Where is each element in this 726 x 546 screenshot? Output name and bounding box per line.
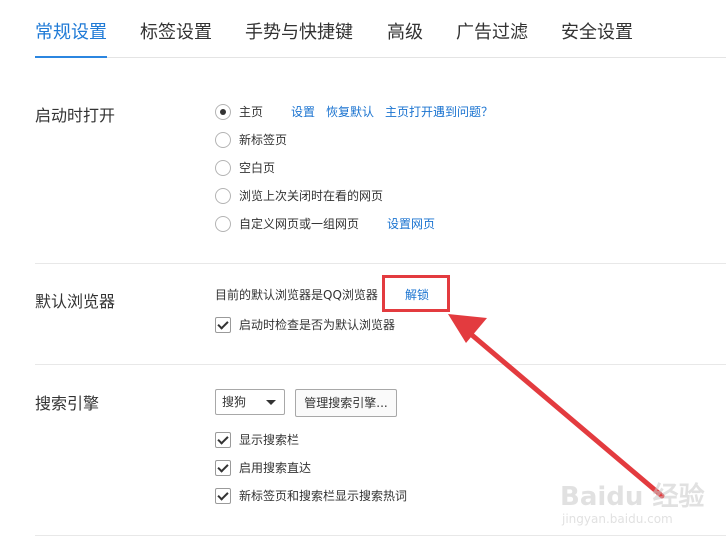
watermark-url: jingyan.baidu.com bbox=[562, 512, 673, 526]
watermark-brand: Baidu 经验 bbox=[560, 482, 705, 512]
settings-page: 常规设置 标签设置 手势与快捷键 高级 广告过滤 安全设置 启动时打开 主页 设… bbox=[0, 0, 726, 546]
baidu-watermark: Baidu 经验 jingyan.baidu.com bbox=[560, 482, 710, 528]
annotation-arrow-icon bbox=[448, 314, 665, 499]
